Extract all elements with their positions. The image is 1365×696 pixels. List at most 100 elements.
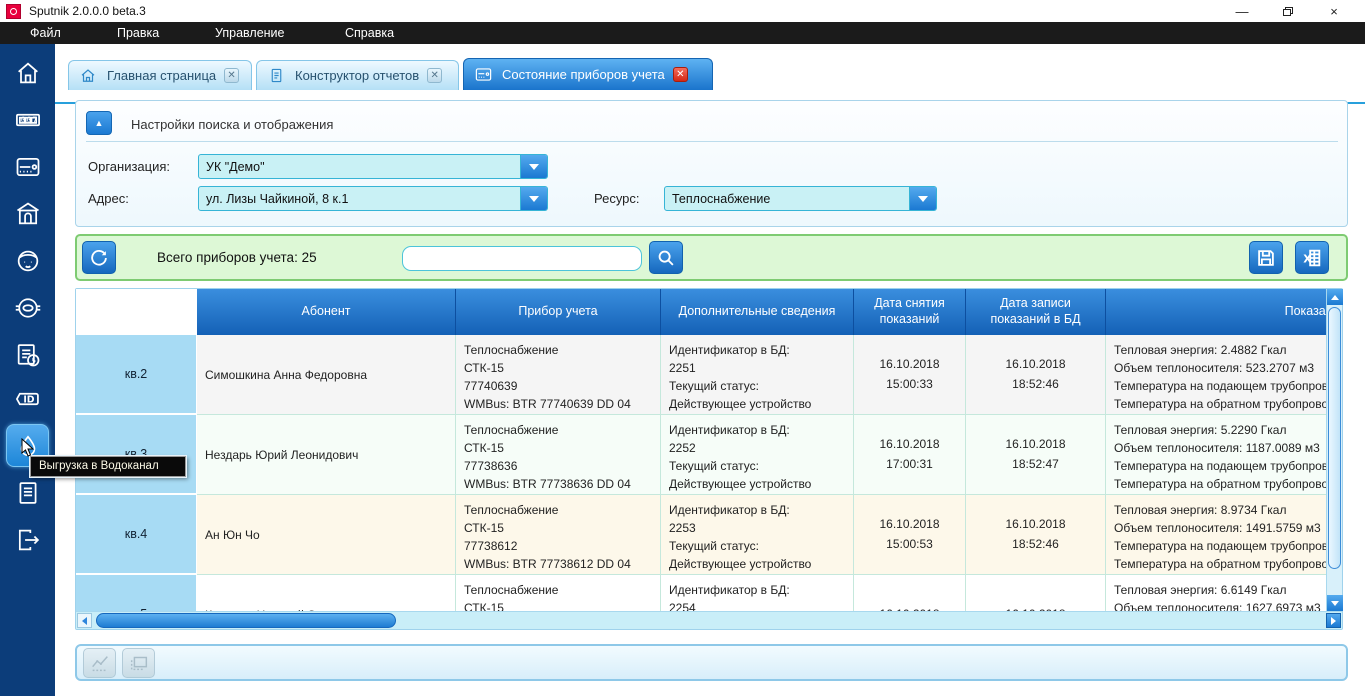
device-cell: ТеплоснабжениеСТК-15 77738612WMBus: BTR … <box>456 495 661 575</box>
mouse-cursor <box>20 438 36 463</box>
organization-value: УК "Демо" <box>199 160 520 174</box>
close-button[interactable]: × <box>1311 0 1357 22</box>
scroll-right-icon[interactable] <box>1326 613 1341 628</box>
settings-panel-title: Настройки поиска и отображения <box>131 117 333 132</box>
header-apartment[interactable] <box>76 289 197 335</box>
exit-icon[interactable] <box>13 525 43 555</box>
counter-icon[interactable]: 007 <box>13 105 43 135</box>
device-cell: ТеплоснабжениеСТК-15 <box>456 575 661 611</box>
meters-table: Абонент Прибор учета Дополнительные свед… <box>75 288 1343 630</box>
chart-button[interactable] <box>83 648 116 678</box>
info-cell: Идентификатор в БД:2253 Текущий статус:Д… <box>661 495 854 575</box>
table-row[interactable]: кв.2 Симошкина Анна Федоровна Теплоснабж… <box>76 335 1326 415</box>
header-date-taken[interactable]: Дата снятия показаний <box>854 289 966 335</box>
scroll-down-icon[interactable] <box>1327 595 1343 611</box>
date-taken-cell: 16.10.201815:00:33 <box>854 335 966 415</box>
building-icon[interactable] <box>13 199 43 229</box>
windows-button[interactable] <box>122 648 155 678</box>
date-recorded-cell: 16.10.2018 <box>966 575 1106 611</box>
main-area: Главная страница ✕ Конструктор отчетов ✕… <box>55 44 1365 696</box>
window-title: Sputnik 2.0.0.0 beta.3 <box>29 4 146 18</box>
resource-label: Ресурс: <box>594 191 640 206</box>
address-value: ул. Лизы Чайкиной, 8 к.1 <box>199 192 520 206</box>
header-date-recorded[interactable]: Дата записи показаний в БД <box>966 289 1106 335</box>
abonent-cell: Симошкина Анна Федоровна <box>197 335 456 415</box>
table-row[interactable]: кв.3 Нездарь Юрий Леонидович Теплоснабже… <box>76 415 1326 495</box>
table-toolbar: Всего приборов учета: 25 X <box>75 234 1348 281</box>
collapse-panel-button[interactable]: ▲ <box>86 111 112 135</box>
minimize-button[interactable]: — <box>1219 0 1265 22</box>
readings-cell: Тепловая энергия: 5.2290 ГкалОбъем тепло… <box>1106 415 1326 495</box>
scroll-left-icon[interactable] <box>77 613 92 628</box>
table-row[interactable]: кв.4 Ан Юн Чо ТеплоснабжениеСТК-15 77738… <box>76 495 1326 575</box>
apartment-cell: кв.3 <box>76 415 197 495</box>
export-excel-button[interactable]: X <box>1295 241 1329 274</box>
vertical-scroll-track[interactable] <box>1327 305 1342 595</box>
tab-close-icon[interactable]: ✕ <box>224 68 239 83</box>
meter-tab-icon <box>472 65 494 85</box>
date-taken-cell: 16.10.201815:00:53 <box>854 495 966 575</box>
menu-manage[interactable]: Управление <box>201 22 299 44</box>
tab-meter-status[interactable]: Состояние приборов учета ✕ <box>463 58 713 90</box>
horizontal-scrollbar[interactable] <box>76 611 1342 629</box>
date-recorded-cell: 16.10.201818:52:46 <box>966 495 1106 575</box>
tooltip: Выгрузка в Водоканал <box>30 456 186 477</box>
organization-select[interactable]: УК "Демо" <box>198 154 548 179</box>
vertical-scrollbar[interactable] <box>1326 289 1342 611</box>
menu-edit[interactable]: Правка <box>103 22 173 44</box>
chevron-down-icon[interactable] <box>909 187 936 210</box>
tab-report-builder[interactable]: Конструктор отчетов ✕ <box>256 60 459 90</box>
search-input[interactable] <box>402 246 642 271</box>
document-icon[interactable] <box>13 478 43 508</box>
apartment-cell: кв.4 <box>76 495 197 575</box>
svg-text:0: 0 <box>27 114 32 124</box>
id-badge-icon[interactable]: ID <box>13 384 43 414</box>
window-controls: — × <box>1219 0 1357 22</box>
report-schedule-icon[interactable] <box>13 340 43 370</box>
water-meter-icon[interactable] <box>13 293 43 323</box>
svg-text:X: X <box>1303 252 1312 265</box>
menu-help[interactable]: Справка <box>331 22 408 44</box>
horizontal-scroll-thumb[interactable] <box>96 613 396 628</box>
info-cell: Идентификатор в БД:2251 Текущий статус:Д… <box>661 335 854 415</box>
home-icon[interactable] <box>13 58 43 88</box>
resource-select[interactable]: Теплоснабжение <box>664 186 937 211</box>
address-select[interactable]: ул. Лизы Чайкиной, 8 к.1 <box>198 186 548 211</box>
device-cell: ТеплоснабжениеСТК-15 77738636WMBus: BTR … <box>456 415 661 495</box>
home-tab-icon <box>77 66 99 86</box>
document-tab-icon <box>265 66 287 86</box>
menu-bar: Файл Правка Управление Справка <box>0 22 1365 44</box>
save-button[interactable] <box>1249 241 1283 274</box>
svg-text:7: 7 <box>32 114 37 124</box>
bottom-toolbar <box>75 644 1348 681</box>
chevron-down-icon[interactable] <box>520 187 547 210</box>
readings-cell: Тепловая энергия: 2.4882 ГкалОбъем тепло… <box>1106 335 1326 415</box>
header-info[interactable]: Дополнительные сведения <box>661 289 854 335</box>
header-device[interactable]: Прибор учета <box>456 289 661 335</box>
apartment-cell: кв.5 <box>76 575 197 611</box>
readings-cell: Тепловая энергия: 6.6149 ГкалОбъем тепло… <box>1106 575 1326 611</box>
header-abonent[interactable]: Абонент <box>197 289 456 335</box>
chevron-down-icon[interactable] <box>520 155 547 178</box>
tab-close-icon[interactable]: ✕ <box>673 67 688 82</box>
tab-home[interactable]: Главная страница ✕ <box>68 60 252 90</box>
refresh-button[interactable] <box>82 241 116 274</box>
organization-label: Организация: <box>88 159 170 174</box>
tab-close-icon[interactable]: ✕ <box>427 68 442 83</box>
date-recorded-cell: 16.10.201818:52:46 <box>966 335 1106 415</box>
header-readings[interactable]: Показания <box>1106 289 1326 335</box>
scroll-up-icon[interactable] <box>1327 289 1343 305</box>
abonent-cell: Нездарь Юрий Леонидович <box>197 415 456 495</box>
menu-file[interactable]: Файл <box>16 22 75 44</box>
app-window: Sputnik 2.0.0.0 beta.3 — × Файл Правка У… <box>0 0 1365 696</box>
total-meters-label: Всего приборов учета: 25 <box>157 250 317 265</box>
vertical-scroll-thumb[interactable] <box>1328 307 1341 569</box>
tab-bar: Главная страница ✕ Конструктор отчетов ✕… <box>55 58 1365 90</box>
restore-button[interactable] <box>1265 0 1311 22</box>
table-row[interactable]: кв.5 Комаров Николай Эдуардович Теплосна… <box>76 575 1326 611</box>
meter-device-icon[interactable] <box>13 152 43 182</box>
svg-text:ID: ID <box>23 394 34 405</box>
search-button[interactable] <box>649 241 683 274</box>
person-icon[interactable] <box>13 246 43 276</box>
readings-cell: Тепловая энергия: 8.9734 ГкалОбъем тепло… <box>1106 495 1326 575</box>
